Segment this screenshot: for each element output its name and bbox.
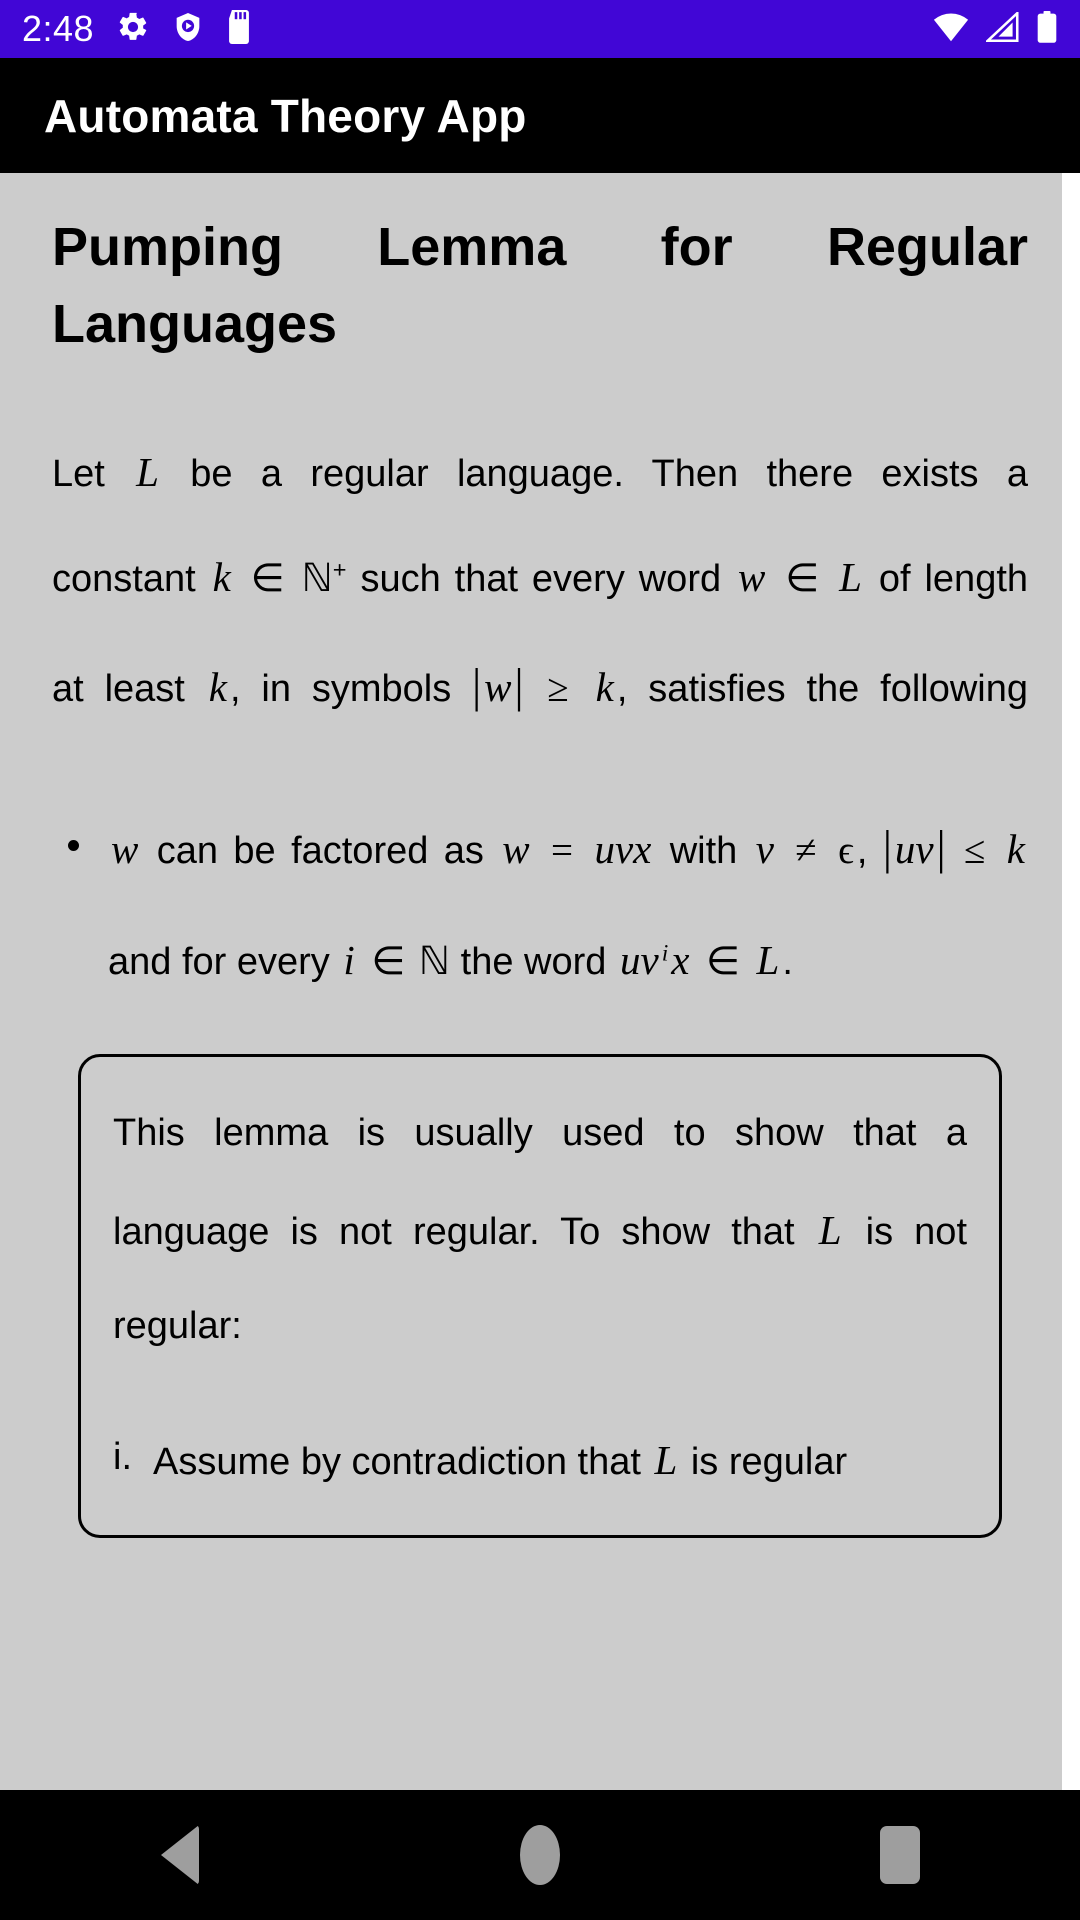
gear-icon	[116, 10, 150, 49]
text-the-word: the word	[460, 941, 607, 984]
math-abs-close: |	[514, 660, 524, 713]
text-let: Let	[52, 453, 105, 496]
page-right-gutter	[1062, 173, 1080, 1790]
math-symbol-element-of: ∈	[250, 556, 285, 600]
ordered-list-item-1: i. Assume by contradiction that L is reg…	[113, 1419, 967, 1501]
app-title: Automata Theory App	[44, 89, 527, 142]
lemma-conditions-list: w can be factored as w = uvx with v ≠ ϵ,…	[62, 790, 1028, 1014]
math-var-x: x	[671, 937, 690, 984]
text-with: with	[669, 830, 738, 873]
text-period: .	[782, 941, 793, 984]
app-bar: Automata Theory App	[0, 58, 1080, 173]
math-symbol-element-of-4: ∈	[706, 940, 740, 984]
math-var-w-bullet: w	[111, 826, 139, 873]
text-satisfies-following: , satisfies the following	[616, 668, 1029, 711]
document-title: Pumping Lemma for Regular Languages	[52, 209, 1028, 362]
math-symbol-epsilon: ϵ	[838, 829, 854, 873]
text-comma: ,	[856, 830, 868, 873]
math-symbol-not-equal: ≠	[795, 829, 817, 873]
math-var-w: w	[738, 553, 766, 600]
math-var-L-item1: L	[654, 1437, 678, 1484]
math-var-v: v	[755, 826, 774, 873]
text-and-for-every: and for every	[108, 941, 330, 984]
math-var-k: k	[212, 553, 231, 600]
status-clock: 2:48	[22, 8, 95, 49]
sd-card-icon	[226, 9, 252, 49]
list-item: w can be factored as w = uvx with v ≠ ϵ,…	[62, 790, 1028, 1014]
status-bar-right	[932, 9, 1058, 48]
back-button[interactable]	[120, 1790, 240, 1920]
text-assume-by-contradiction: Assume by contradiction that	[153, 1441, 641, 1484]
math-abs-close-uv: |	[936, 821, 946, 875]
math-var-L-bullet: L	[756, 937, 780, 984]
recents-square-icon	[880, 1826, 920, 1884]
callout-paragraph: This lemma is usually used to show that …	[113, 1087, 967, 1374]
math-superscript-plus: +	[332, 556, 347, 583]
text-in-symbols: , in symbols	[229, 668, 452, 711]
back-triangle-icon	[161, 1825, 199, 1885]
home-circle-icon	[520, 1825, 560, 1885]
bullet-dot-icon	[68, 840, 79, 852]
status-bar: 2:48	[0, 0, 1080, 58]
home-button[interactable]	[480, 1790, 600, 1920]
card-left-gutter	[0, 173, 18, 1790]
wifi-icon	[932, 12, 970, 47]
math-var-L-callout: L	[818, 1206, 842, 1253]
status-bar-left: 2:48	[22, 8, 252, 49]
math-abs-open-uv: |	[882, 821, 892, 875]
text-such-that-every-word: such that every word	[360, 557, 722, 600]
text-is-regular: is regular	[690, 1441, 848, 1484]
math-var-w-abs: w	[484, 664, 512, 711]
math-expr-uv: uv	[894, 826, 934, 873]
math-var-k-bullet: k	[1006, 826, 1025, 873]
math-symbol-equals: =	[551, 829, 574, 873]
play-protect-shield-icon	[172, 10, 204, 49]
math-var-w-eq: w	[502, 826, 530, 873]
math-symbol-less-equal: ≤	[963, 829, 986, 873]
math-var-k-2: k	[208, 664, 227, 711]
document-title-line-1: Pumping Lemma for Regular	[52, 217, 1028, 277]
math-var-k-3: k	[595, 664, 614, 711]
lemma-statement-paragraph: Let L be a regular language. Then there …	[52, 420, 1028, 744]
math-symbol-element-of-3: ∈	[371, 940, 406, 984]
cellular-signal-icon	[984, 9, 1020, 47]
math-expr-uvx: uvx	[594, 826, 652, 873]
math-var-L: L	[136, 449, 159, 496]
system-navigation-bar	[0, 1790, 1080, 1920]
text-can-be-factored-as: can be factored as	[156, 830, 484, 873]
math-symbol-natural-numbers-2: ℕ	[418, 939, 451, 985]
ordered-list-marker: i.	[113, 1436, 132, 1479]
battery-icon	[1036, 10, 1058, 48]
math-symbol-element-of-2: ∈	[785, 556, 820, 600]
math-expr-uv-pumped: uv	[619, 937, 659, 984]
math-symbol-natural-numbers: ℕ	[301, 555, 333, 601]
usage-callout-box: This lemma is usually used to show that …	[78, 1053, 1002, 1539]
math-abs-open: |	[472, 660, 482, 713]
document-title-line-2: Languages	[52, 293, 338, 354]
math-var-L-2: L	[839, 553, 862, 600]
document-scroll-area[interactable]: Pumping Lemma for Regular Languages Let …	[18, 173, 1062, 1790]
math-symbol-greater-equal: ≥	[547, 667, 569, 711]
math-var-i: i	[343, 937, 355, 984]
recents-button[interactable]	[840, 1790, 960, 1920]
